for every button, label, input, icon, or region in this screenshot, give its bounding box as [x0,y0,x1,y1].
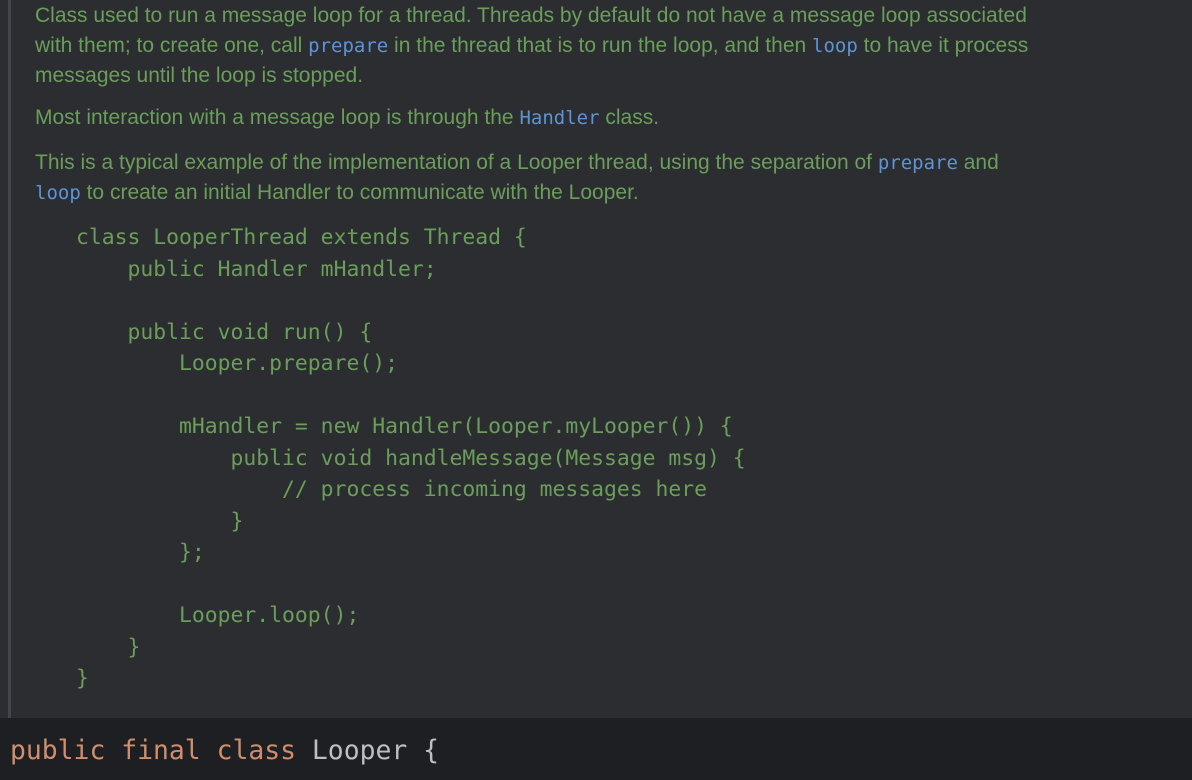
keyword-public: public [10,735,106,766]
open-brace: { [423,735,440,766]
doc-line: This is a typical example of the impleme… [35,148,1185,178]
loop-link[interactable]: loop [35,182,81,204]
code-line: }; [76,540,205,565]
doc-paragraph-handler: Most interaction with a message loop is … [35,103,1185,133]
code-line: public void handleMessage(Message msg) { [76,445,746,471]
doc-line: Class used to run a message loop for a t… [35,4,1027,27]
code-line: // process incoming messages here [76,477,708,502]
class-name[interactable]: Looper [312,735,407,766]
code-editor[interactable]: Class used to run a message loop for a t… [0,0,1192,780]
doc-text: Most interaction with a message loop is … [35,106,520,129]
doc-text: to have it process [857,34,1029,57]
doc-text: class. [599,106,660,129]
keyword-final: final [121,735,201,766]
code-line: } [76,508,244,534]
doc-text: to create an initial Handler to communic… [80,181,639,204]
doc-paragraph-example: This is a typical example of the impleme… [35,148,1185,208]
code-line: Looper.prepare(); [76,351,398,376]
doc-rail [8,0,11,718]
prepare-link[interactable]: prepare [878,152,958,174]
doc-line: Most interaction with a message loop is … [35,103,1185,133]
doc-text: and [957,151,999,174]
doc-line: with them; to create one, call prepare i… [35,31,1185,61]
doc-text: with them; to create one, call [35,34,309,57]
prepare-link[interactable]: prepare [308,35,388,57]
code-line: mHandler = new Handler(Looper.myLooper()… [76,414,733,439]
doc-line: messages until the loop is stopped. [35,64,364,87]
handler-link[interactable]: Handler [519,107,599,129]
code-line: } [76,634,141,660]
code-line: public void run() { [76,319,373,345]
loop-link[interactable]: loop [812,35,858,57]
doc-line: loop to create an initial Handler to com… [35,178,1185,208]
code-line: } [76,666,89,691]
code-line: class LooperThread extends Thread { [76,225,527,250]
doc-text: in the thread that is to run the loop, a… [388,34,813,57]
code-line: public Handler mHandler; [76,256,437,282]
keyword-class: class [216,735,297,766]
doc-text: This is a typical example of the impleme… [35,151,878,174]
code-line: Looper.loop(); [76,603,360,628]
class-declaration-line[interactable]: public final class Looper { [10,731,439,771]
doc-paragraph-intro: Class used to run a message loop for a t… [35,1,1185,91]
doc-code-example: class LooperThread extends Thread { publ… [76,222,746,695]
rendered-javadoc: Class used to run a message loop for a t… [0,0,1192,718]
